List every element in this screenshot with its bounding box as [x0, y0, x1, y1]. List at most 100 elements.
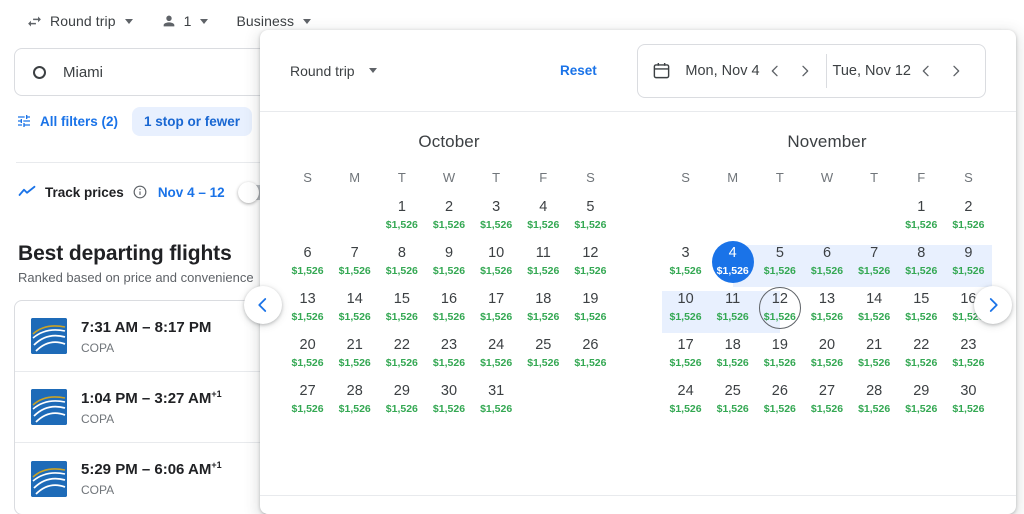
day-price: $1,526	[858, 311, 891, 323]
day-price: $1,526	[574, 311, 607, 323]
carousel-prev-button[interactable]	[244, 286, 282, 324]
day-number: 7	[870, 245, 879, 261]
day-cell-october-5[interactable]: 5 $1,526	[567, 197, 614, 243]
day-cell-november-10[interactable]: 10 $1,526	[662, 289, 709, 335]
weekday-label-3: W	[442, 170, 456, 185]
list-item[interactable]: 7:31 AM – 8:17 PM COPA	[15, 301, 269, 372]
day-cell-october-19[interactable]: 19 $1,526	[567, 289, 614, 335]
day-cell-november-6[interactable]: 6 $1,526	[803, 243, 850, 289]
day-cell-october-3[interactable]: 3 $1,526	[473, 197, 520, 243]
panel-trip-type-selector[interactable]: Round trip	[290, 63, 377, 79]
depart-prev-day-button[interactable]	[760, 56, 790, 86]
carousel-next-button[interactable]	[974, 286, 1012, 324]
day-cell-november-11[interactable]: 11 $1,526	[709, 289, 756, 335]
day-cell-november-14[interactable]: 14 $1,526	[851, 289, 898, 335]
trip-type-selector[interactable]: Round trip	[18, 9, 141, 34]
reset-button[interactable]: Reset	[560, 63, 597, 78]
day-cell-october-20[interactable]: 20 $1,526	[284, 335, 331, 381]
day-cell-november-28[interactable]: 28 $1,526	[851, 381, 898, 427]
day-cell-october-13[interactable]: 13 $1,526	[284, 289, 331, 335]
day-price: $1,526	[810, 403, 844, 415]
day-cell-october-30[interactable]: 30 $1,526	[425, 381, 472, 427]
depart-date-segment[interactable]: Mon, Nov 4	[685, 56, 819, 86]
day-cell-november-30[interactable]: 30 $1,526	[945, 381, 992, 427]
day-cell-october-2[interactable]: 2 $1,526	[425, 197, 472, 243]
day-cell-november-13[interactable]: 13 $1,526	[803, 289, 850, 335]
day-cell-november-29[interactable]: 29 $1,526	[898, 381, 945, 427]
day-cell-october-15[interactable]: 15 $1,526	[378, 289, 425, 335]
day-cell-october-23[interactable]: 23 $1,526	[425, 335, 472, 381]
day-cell-november-20[interactable]: 20 $1,526	[803, 335, 850, 381]
list-item[interactable]: 5:29 PM – 6:06 AM+1 COPA	[15, 443, 269, 514]
origin-input-value[interactable]: Miami	[63, 64, 103, 81]
day-cell-november-7[interactable]: 7 $1,526	[851, 243, 898, 289]
day-cell-empty	[662, 197, 709, 243]
day-price: $1,526	[669, 403, 702, 415]
day-cell-october-16[interactable]: 16 $1,526	[425, 289, 472, 335]
day-cell-november-17[interactable]: 17 $1,526	[662, 335, 709, 381]
day-cell-october-26[interactable]: 26 $1,526	[567, 335, 614, 381]
info-icon[interactable]	[133, 185, 147, 199]
day-number: 12	[582, 245, 599, 261]
weekday-label-2: T	[775, 170, 784, 185]
day-price: $1,526	[716, 265, 749, 277]
day-cell-november-5[interactable]: 5 $1,526	[756, 243, 803, 289]
return-date-segment[interactable]: Tue, Nov 12	[833, 56, 971, 86]
list-item[interactable]: 1:04 PM – 3:27 AM+1 COPA	[15, 372, 269, 443]
day-cell-october-18[interactable]: 18 $1,526	[520, 289, 567, 335]
return-prev-day-button[interactable]	[911, 56, 941, 86]
divider	[260, 495, 1016, 496]
day-cell-october-6[interactable]: 6 $1,526	[284, 243, 331, 289]
day-cell-october-28[interactable]: 28 $1,526	[331, 381, 378, 427]
results-subtitle: Ranked based on price and convenience	[18, 270, 274, 285]
day-cell-november-27[interactable]: 27 $1,526	[803, 381, 850, 427]
day-cell-november-15[interactable]: 15 $1,526	[898, 289, 945, 335]
day-price: $1,526	[480, 265, 513, 277]
day-cell-october-27[interactable]: 27 $1,526	[284, 381, 331, 427]
day-cell-november-23[interactable]: 23 $1,526	[945, 335, 992, 381]
day-number: 14	[346, 291, 363, 307]
day-cell-november-2[interactable]: 2 $1,526	[945, 197, 992, 243]
filter-chip-stops[interactable]: 1 stop or fewer	[132, 106, 253, 136]
day-cell-october-9[interactable]: 9 $1,526	[425, 243, 472, 289]
search-form-card[interactable]: Miami	[14, 48, 270, 96]
day-cell-october-1[interactable]: 1 $1,526	[378, 197, 425, 243]
day-cell-november-21[interactable]: 21 $1,526	[851, 335, 898, 381]
day-cell-november-19[interactable]: 19 $1,526	[756, 335, 803, 381]
day-cell-october-29[interactable]: 29 $1,526	[378, 381, 425, 427]
week-row: 3 $1,526 4 $1,526 5 $1,526 6 $1,526 7 $1,526 8 $1,5…	[662, 241, 992, 289]
day-cell-november-25[interactable]: 25 $1,526	[709, 381, 756, 427]
day-number: 23	[960, 337, 977, 353]
day-cell-november-9[interactable]: 9 $1,526	[945, 243, 992, 289]
day-cell-october-21[interactable]: 21 $1,526	[331, 335, 378, 381]
day-cell-october-31[interactable]: 31 $1,526	[473, 381, 520, 427]
all-filters-button[interactable]: All filters (2)	[16, 113, 118, 129]
week-row: 17 $1,526 18 $1,526 19 $1,526 20 $1,526 21 $1,526…	[662, 335, 992, 381]
day-cell-november-8[interactable]: 8 $1,526	[898, 243, 945, 289]
day-cell-october-8[interactable]: 8 $1,526	[378, 243, 425, 289]
passenger-selector[interactable]: 1	[153, 9, 217, 33]
day-cell-october-24[interactable]: 24 $1,526	[473, 335, 520, 381]
day-cell-october-11[interactable]: 11 $1,526	[520, 243, 567, 289]
day-cell-october-17[interactable]: 17 $1,526	[473, 289, 520, 335]
day-cell-october-14[interactable]: 14 $1,526	[331, 289, 378, 335]
day-cell-october-4[interactable]: 4 $1,526	[520, 197, 567, 243]
day-cell-november-1[interactable]: 1 $1,526	[898, 197, 945, 243]
day-cell-november-3[interactable]: 3 $1,526	[662, 243, 709, 289]
day-cell-october-25[interactable]: 25 $1,526	[520, 335, 567, 381]
day-cell-october-22[interactable]: 22 $1,526	[378, 335, 425, 381]
day-cell-november-18[interactable]: 18 $1,526	[709, 335, 756, 381]
day-cell-october-7[interactable]: 7 $1,526	[331, 243, 378, 289]
day-cell-november-12[interactable]: 12 $1,526	[756, 287, 803, 335]
day-cell-october-12[interactable]: 12 $1,526	[567, 243, 614, 289]
copa-airlines-logo	[31, 460, 67, 497]
day-number: 27	[818, 383, 836, 399]
day-cell-november-24[interactable]: 24 $1,526	[662, 381, 709, 427]
depart-next-day-button[interactable]	[790, 56, 820, 86]
day-cell-november-22[interactable]: 22 $1,526	[898, 335, 945, 381]
day-cell-october-10[interactable]: 10 $1,526	[473, 243, 520, 289]
day-cell-november-26[interactable]: 26 $1,526	[756, 381, 803, 427]
day-number: 29	[913, 383, 930, 399]
day-cell-november-4[interactable]: 4 $1,526	[709, 241, 756, 289]
return-next-day-button[interactable]	[941, 56, 971, 86]
